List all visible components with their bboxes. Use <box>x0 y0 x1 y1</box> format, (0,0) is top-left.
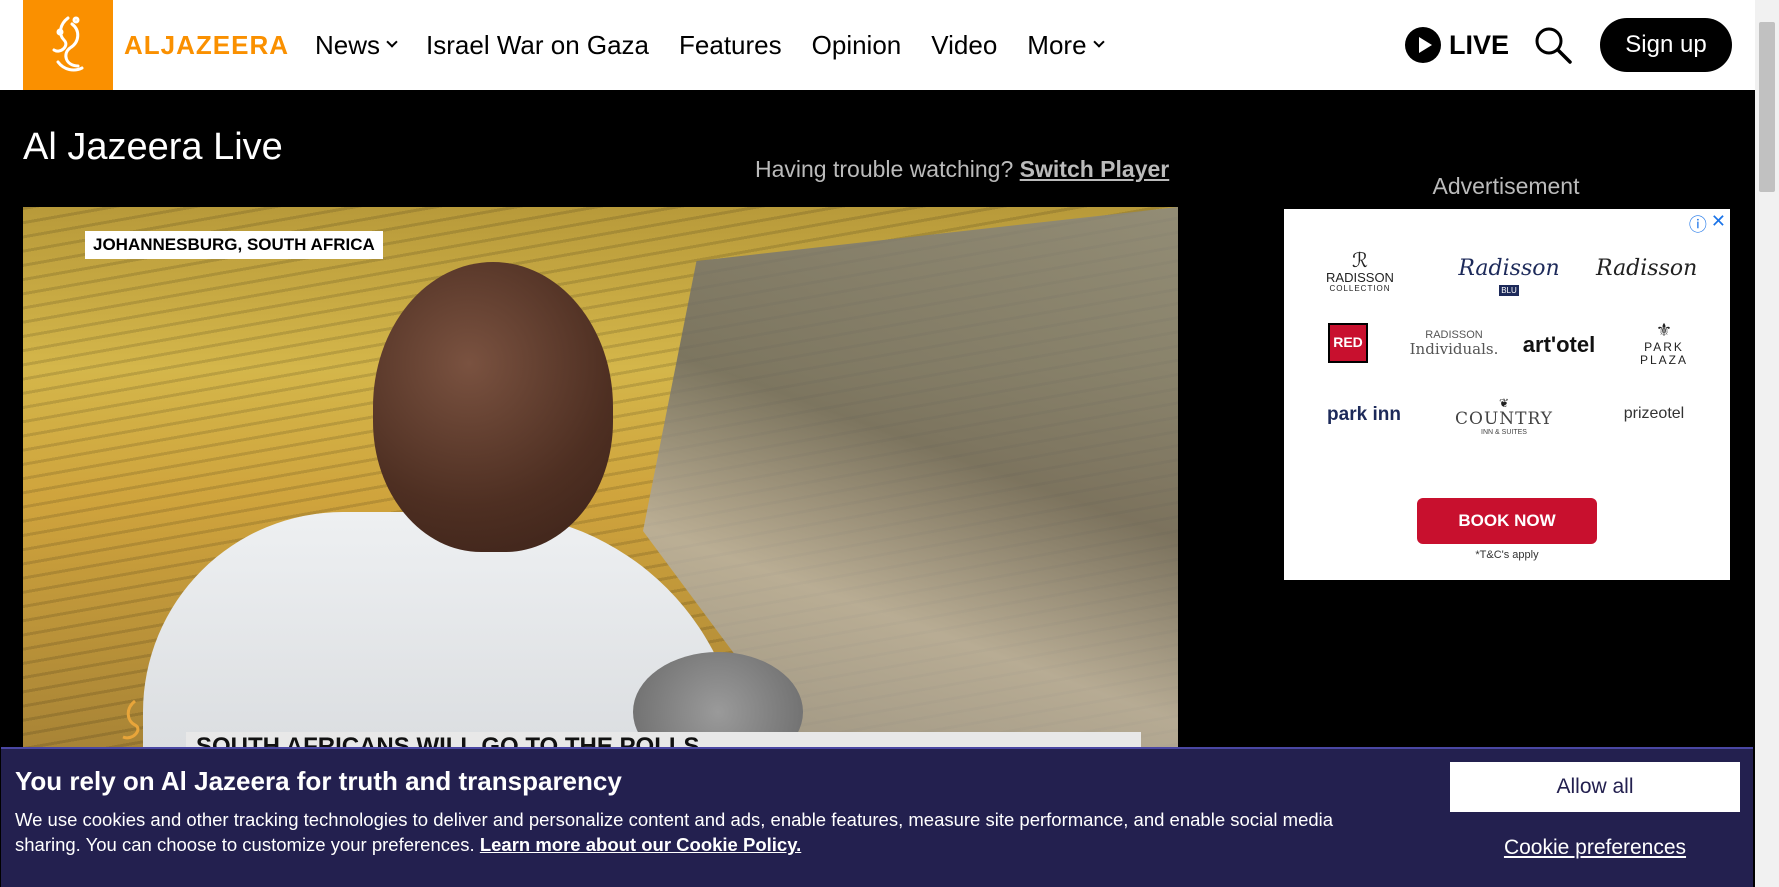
brand-radisson: Radisson <box>1596 256 1698 281</box>
nav-item-video[interactable]: Video <box>931 30 997 61</box>
brand-tag: BLU <box>1499 285 1519 297</box>
advertisement-banner[interactable]: ⓘ ✕ ℛ RADISSON COLLECTION Radisson BLU R… <box>1284 209 1730 580</box>
search-icon[interactable] <box>1533 25 1573 65</box>
brand-radisson-individuals: RADISSON Individuals. <box>1404 329 1504 358</box>
switch-player-link[interactable]: Switch Player <box>1020 156 1170 182</box>
video-frame-head <box>373 262 613 552</box>
nav-item-features[interactable]: Features <box>679 30 782 61</box>
trouble-watching: Having trouble watching? Switch Player <box>755 156 1169 183</box>
brand-park-plaza: ⚜ PARK PLAZA <box>1624 320 1704 367</box>
ad-controls: ⓘ ✕ <box>1689 211 1726 237</box>
cookie-title: You rely on Al Jazeera for truth and tra… <box>15 766 622 796</box>
nav-item-label: News <box>315 29 381 60</box>
aljazeera-logo-icon[interactable] <box>23 0 113 90</box>
cookie-preferences-link[interactable]: Cookie preferences <box>1450 836 1740 860</box>
brand-label: RADISSON <box>1326 270 1394 285</box>
ad-terms: *T&C's apply <box>1475 549 1539 561</box>
brand-label-2: PLAZA <box>1639 352 1688 367</box>
brand-radisson-blu: Radisson BLU <box>1454 256 1564 297</box>
brand-artotel: art'otel <box>1522 332 1596 357</box>
cookie-text: We use cookies and other tracking techno… <box>15 807 1355 857</box>
live-video-player[interactable]: JOHANNESBURG, SOUTH AFRICA SOUTH AFRICAN… <box>23 207 1178 747</box>
nav-item-label: More <box>1027 29 1087 60</box>
play-icon <box>1405 27 1441 63</box>
nav-item-opinion[interactable]: Opinion <box>812 30 902 61</box>
brand-label: RED <box>1328 323 1368 363</box>
nav-item-label: Opinion <box>811 29 902 60</box>
allow-all-button[interactable]: Allow all <box>1450 762 1740 812</box>
brand-park-inn: park inn <box>1327 404 1401 425</box>
radisson-monogram-icon: ℛ <box>1352 248 1368 272</box>
brand-sublabel: COLLECTION <box>1329 284 1391 294</box>
brand-label: Radisson <box>1596 256 1698 281</box>
advertisement-label: Advertisement <box>1432 173 1580 199</box>
brand-label: Radisson <box>1458 256 1560 281</box>
signup-button[interactable]: Sign up <box>1600 18 1732 72</box>
cookie-banner: You rely on Al Jazeera for truth and tra… <box>1 747 1753 887</box>
nav-item-israel-war-on-gaza[interactable]: Israel War on Gaza <box>426 30 649 61</box>
brand-radisson-red: RED <box>1328 323 1368 363</box>
brand-prizeotel: prizeotel <box>1623 405 1685 422</box>
brand-radisson-collection: ℛ RADISSON COLLECTION <box>1320 249 1400 294</box>
scrollbar-thumb[interactable] <box>1759 22 1775 192</box>
chevron-down-icon <box>1092 36 1105 48</box>
logo-wordmark[interactable]: ALJAZEERA <box>124 30 289 61</box>
brand-label: PARK <box>1644 339 1684 354</box>
close-icon[interactable]: ✕ <box>1711 211 1726 237</box>
main-nav: News Israel War on Gaza Features Opinion… <box>315 0 1105 90</box>
brand-country-inn: ❦ COUNTRY INN & SUITES <box>1454 396 1554 437</box>
brand-sublabel: INN & SUITES <box>1481 428 1527 436</box>
book-now-button[interactable]: BOOK NOW <box>1417 498 1597 544</box>
page-title: Al Jazeera Live <box>23 126 283 168</box>
nav-item-label: Video <box>931 29 998 60</box>
ad-info-icon[interactable]: ⓘ <box>1689 211 1707 237</box>
chevron-down-icon <box>386 36 398 48</box>
lower-third-caption: SOUTH AFRICANS WILL GO TO THE POLLS <box>186 732 1141 747</box>
brand-label: Individuals. <box>1409 340 1499 359</box>
brand-label: COUNTRY <box>1455 409 1553 430</box>
trouble-text: Having trouble watching? <box>755 156 1014 182</box>
location-tag: JOHANNESBURG, SOUTH AFRICA <box>85 231 383 259</box>
nav-item-label: Features <box>679 29 782 60</box>
live-label: LIVE <box>1449 29 1510 60</box>
nav-item-label: Israel War on Gaza <box>426 29 650 60</box>
page-scrollbar[interactable] <box>1755 0 1779 887</box>
live-button[interactable]: LIVE <box>1405 25 1509 65</box>
park-plaza-emblem-icon: ⚜ <box>1655 320 1673 340</box>
nav-item-more[interactable]: More <box>1027 29 1105 61</box>
cookie-policy-link[interactable]: Learn more about our Cookie Policy. <box>480 834 801 855</box>
site-header: ALJAZEERA News Israel War on Gaza Featur… <box>0 0 1755 90</box>
channel-watermark-icon <box>122 699 140 740</box>
nav-item-news[interactable]: News <box>315 29 398 61</box>
